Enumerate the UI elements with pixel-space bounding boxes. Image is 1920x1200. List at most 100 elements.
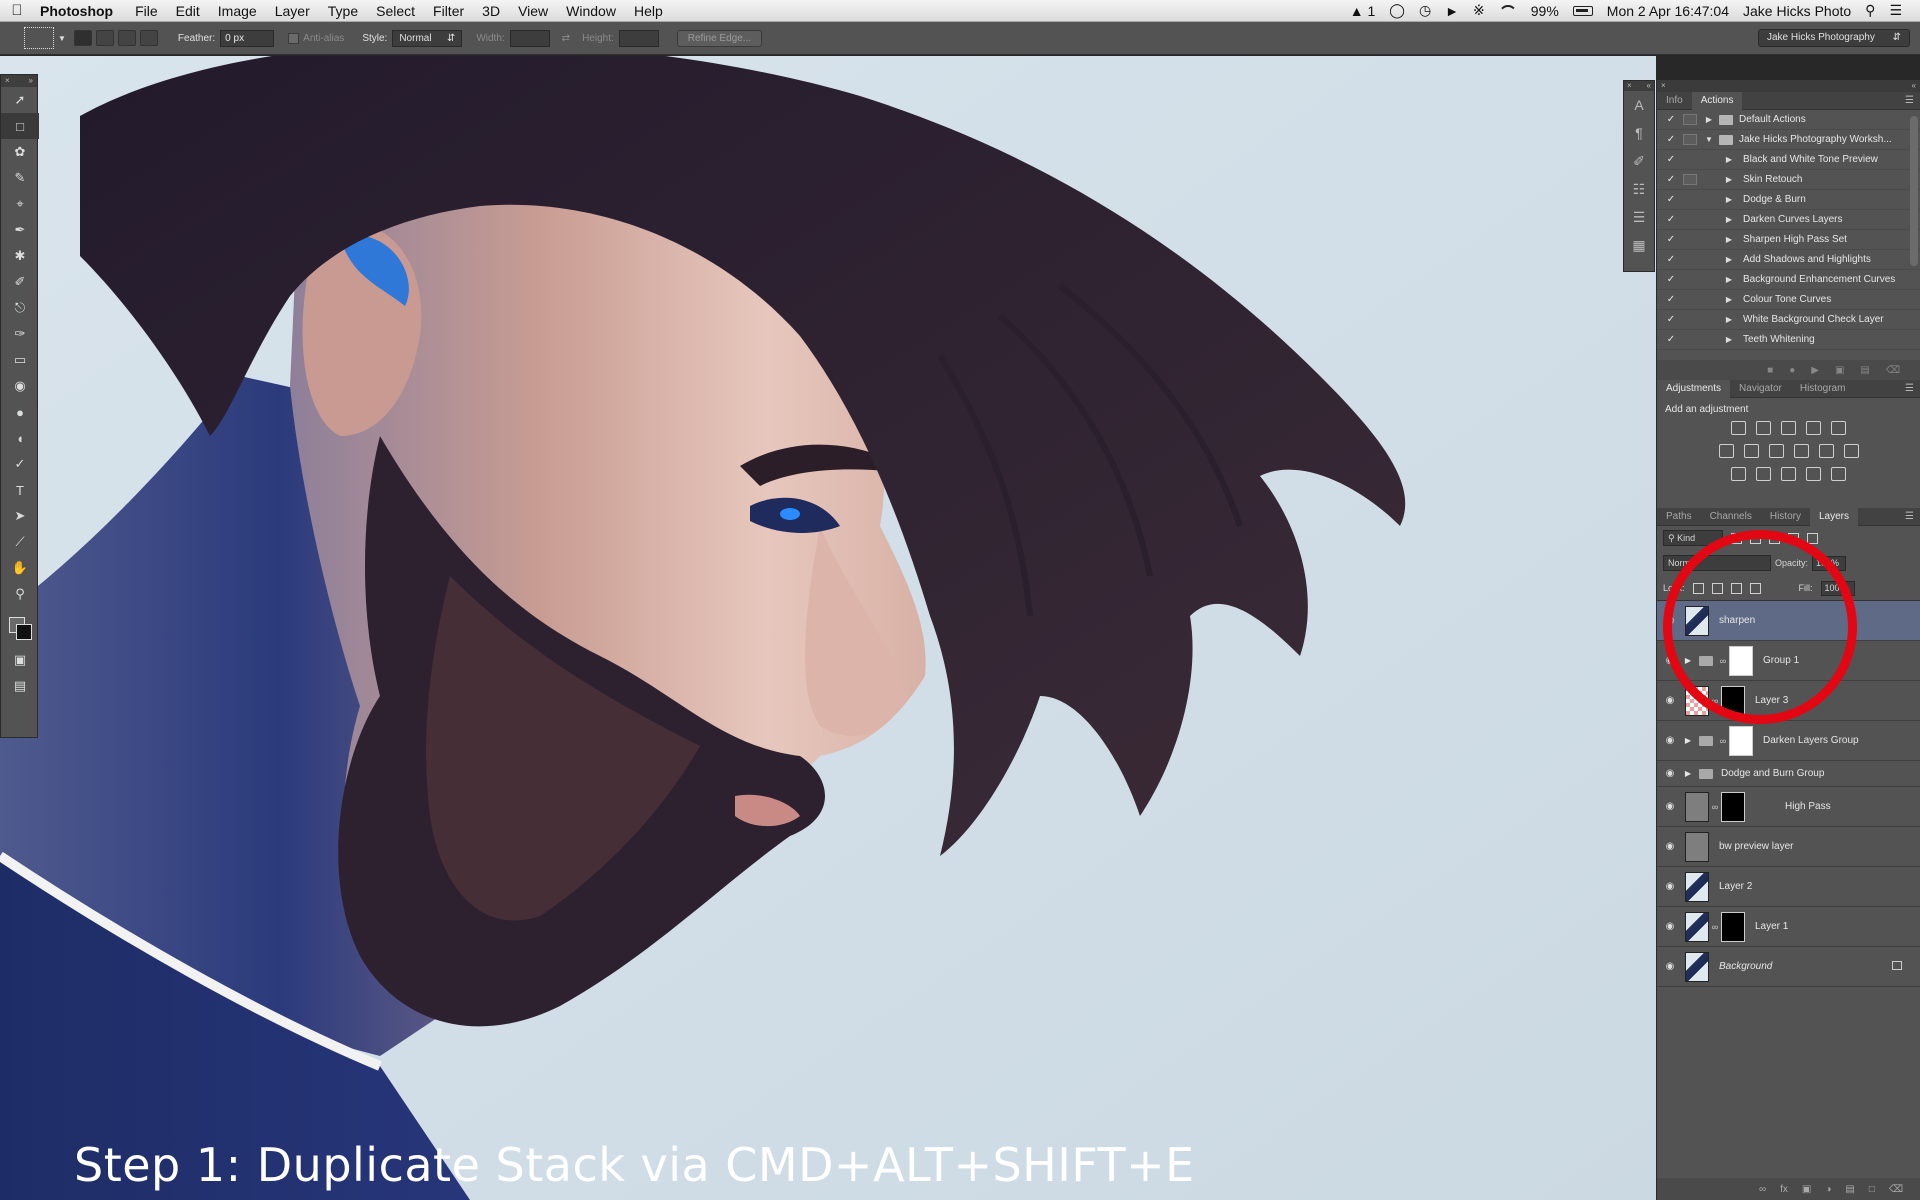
- eye-icon[interactable]: ◉: [1659, 768, 1681, 779]
- menu-file[interactable]: File: [126, 3, 167, 19]
- blur-tool-icon[interactable]: ●: [1, 399, 39, 425]
- record-icon[interactable]: ●: [1789, 365, 1795, 376]
- style-select[interactable]: Normal ⇵: [392, 29, 463, 47]
- eyedropper-tool-icon[interactable]: ✒: [1, 217, 39, 243]
- fill-input[interactable]: 100%: [1820, 580, 1855, 596]
- new-action-icon[interactable]: ▤: [1860, 365, 1869, 376]
- user-name[interactable]: Jake Hicks Photo: [1743, 3, 1851, 19]
- disclosure-right-icon[interactable]: ▶: [1723, 155, 1735, 164]
- tab-navigator[interactable]: Navigator: [1730, 380, 1791, 398]
- layer-row-dodge-burn-group[interactable]: ◉ ▶ Dodge and Burn Group: [1657, 761, 1920, 787]
- history-brush-tool-icon[interactable]: ✑: [1, 321, 39, 347]
- stop-icon[interactable]: ■: [1767, 365, 1773, 376]
- photo-filter-icon[interactable]: [1793, 444, 1809, 458]
- line-tool-icon[interactable]: ⟋: [1, 529, 39, 555]
- menu-window[interactable]: Window: [557, 3, 625, 19]
- accessibility-icon[interactable]: ◯: [1389, 2, 1405, 19]
- apple-icon[interactable]: : [0, 2, 34, 19]
- trash-icon[interactable]: ⌫: [1889, 1184, 1903, 1195]
- check-icon[interactable]: ✓: [1663, 314, 1679, 325]
- quick-mask-icon[interactable]: ▣: [1, 647, 39, 673]
- subtract-selection-icon[interactable]: [117, 30, 136, 46]
- disclosure-right-icon[interactable]: ▶: [1681, 736, 1695, 745]
- pen-tool-icon[interactable]: ✓: [1, 451, 39, 477]
- crop-tool-icon[interactable]: ⌖: [1, 191, 39, 217]
- battery-icon[interactable]: [1572, 5, 1593, 16]
- close-icon[interactable]: ×: [1661, 80, 1666, 92]
- tab-adjustments[interactable]: Adjustments: [1657, 379, 1731, 398]
- eye-icon[interactable]: ◉: [1659, 841, 1681, 852]
- action-item[interactable]: ✓ ▶ Darken Curves Layers: [1657, 210, 1920, 230]
- hand-tool-icon[interactable]: ✋: [1, 555, 39, 581]
- lock-position-icon[interactable]: [1730, 582, 1742, 594]
- check-icon[interactable]: ✓: [1663, 334, 1679, 345]
- action-item[interactable]: ✓ ▶ Teeth Whitening: [1657, 330, 1920, 350]
- layer-row-group-1[interactable]: ◉ ▶ ∞ Group 1: [1657, 641, 1920, 681]
- lasso-tool-icon[interactable]: ✿: [1, 139, 39, 165]
- notification-center-icon[interactable]: ☰: [1889, 2, 1902, 19]
- eraser-tool-icon[interactable]: ▭: [1, 347, 39, 373]
- layer-row-background[interactable]: ◉ Background: [1657, 947, 1920, 987]
- disclosure-right-icon[interactable]: ▶: [1723, 255, 1735, 264]
- wifi-icon[interactable]: [1498, 4, 1517, 17]
- adobe-status[interactable]: ▲ 1: [1350, 3, 1376, 19]
- spotlight-icon[interactable]: ⚲: [1865, 2, 1875, 19]
- marquee-preset-icon[interactable]: [24, 27, 54, 49]
- check-icon[interactable]: ✓: [1663, 134, 1679, 145]
- posterize-icon[interactable]: [1756, 467, 1771, 481]
- action-set-default[interactable]: ✓ ▶ Default Actions: [1657, 110, 1920, 130]
- layer-row-layer-2[interactable]: ◉ Layer 2: [1657, 867, 1920, 907]
- add-mask-icon[interactable]: ▣: [1802, 1184, 1811, 1195]
- menu-select[interactable]: Select: [367, 3, 424, 19]
- fx-icon[interactable]: fx: [1780, 1184, 1788, 1195]
- action-item[interactable]: ✓ ▶ Skin Retouch: [1657, 170, 1920, 190]
- close-icon[interactable]: ×: [1627, 81, 1632, 91]
- layer-row-darken-layers-group[interactable]: ◉ ▶ ∞ Darken Layers Group: [1657, 721, 1920, 761]
- eye-icon[interactable]: ◉: [1659, 881, 1681, 892]
- tab-history[interactable]: History: [1761, 508, 1810, 526]
- tool-presets-icon[interactable]: ☷: [1624, 175, 1654, 203]
- action-item[interactable]: ✓ ▶ White Background Check Layer: [1657, 310, 1920, 330]
- brightness-icon[interactable]: [1731, 421, 1746, 435]
- layer-row-bw-preview[interactable]: ◉ bw preview layer: [1657, 827, 1920, 867]
- styles-panel-icon[interactable]: ▦: [1624, 231, 1654, 259]
- link-icon[interactable]: ∞: [1709, 696, 1721, 706]
- check-icon[interactable]: ✓: [1663, 174, 1679, 185]
- tab-info[interactable]: Info: [1657, 92, 1692, 110]
- width-input[interactable]: [509, 29, 550, 47]
- character-panel-icon[interactable]: A: [1624, 91, 1654, 119]
- check-icon[interactable]: ✓: [1663, 254, 1679, 265]
- shape-filter-icon[interactable]: [1788, 532, 1799, 544]
- brush-tool-icon[interactable]: ✐: [1, 269, 39, 295]
- exposure-icon[interactable]: [1806, 421, 1821, 435]
- levels-icon[interactable]: [1756, 421, 1771, 435]
- disclosure-right-icon[interactable]: ▶: [1723, 275, 1735, 284]
- action-item[interactable]: ✓ ▶ Sharpen High Pass Set: [1657, 230, 1920, 250]
- check-icon[interactable]: ✓: [1663, 214, 1679, 225]
- app-menu[interactable]: Photoshop: [34, 3, 126, 19]
- curves-icon[interactable]: [1781, 421, 1796, 435]
- paint-bucket-tool-icon[interactable]: ◉: [1, 373, 39, 399]
- layer-row-sharpen[interactable]: ◉ sharpen: [1657, 601, 1920, 641]
- action-set-jake-hicks[interactable]: ✓ ▼ Jake Hicks Photography Worksh...: [1657, 130, 1920, 150]
- selective-color-icon[interactable]: [1806, 467, 1821, 481]
- eye-icon[interactable]: ◉: [1659, 615, 1681, 626]
- opacity-input[interactable]: 100%: [1812, 555, 1847, 571]
- screen-mode-icon[interactable]: ▤: [1, 673, 39, 699]
- disclosure-right-icon[interactable]: ▶: [1723, 235, 1735, 244]
- actions-scrollbar[interactable]: [1910, 116, 1918, 266]
- dialog-toggle-icon[interactable]: [1683, 174, 1697, 185]
- new-group-icon[interactable]: ▤: [1845, 1184, 1854, 1195]
- kind-filter-select[interactable]: ⚲ Kind: [1663, 530, 1723, 546]
- paragraph-panel-icon[interactable]: ¶: [1624, 119, 1654, 147]
- eye-icon[interactable]: ◉: [1659, 695, 1681, 706]
- disclosure-right-icon[interactable]: ▶: [1723, 195, 1735, 204]
- check-icon[interactable]: ✓: [1663, 234, 1679, 245]
- black-white-icon[interactable]: [1768, 444, 1784, 458]
- intersect-selection-icon[interactable]: [139, 30, 158, 46]
- layer-mask-thumbnail[interactable]: [1721, 791, 1745, 822]
- menu-type[interactable]: Type: [319, 3, 367, 19]
- menu-image[interactable]: Image: [209, 3, 266, 19]
- color-lookup-icon[interactable]: [1843, 444, 1859, 458]
- channel-mixer-icon[interactable]: [1818, 444, 1834, 458]
